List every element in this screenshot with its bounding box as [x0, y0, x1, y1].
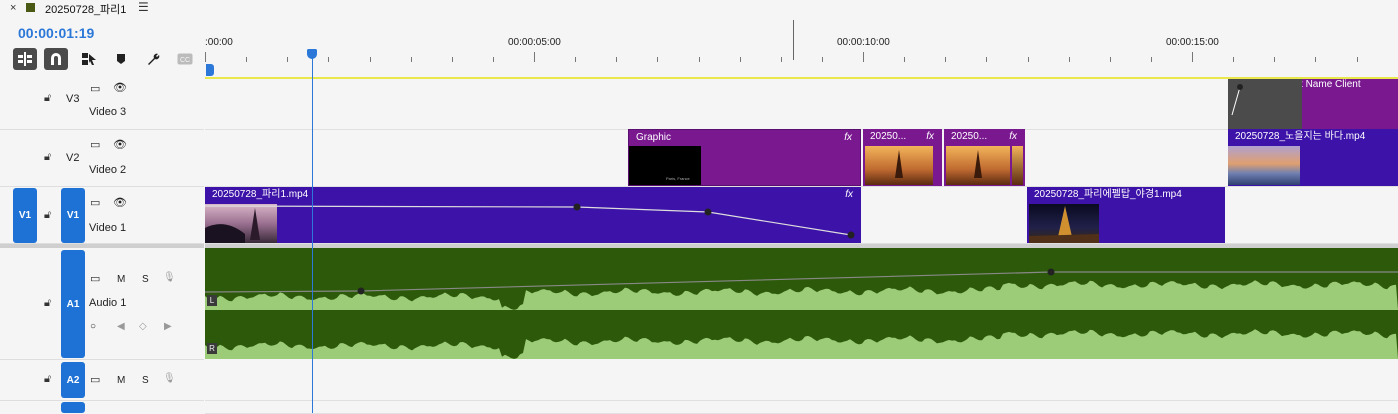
lock-icon[interactable]: 🔓︎: [44, 92, 51, 105]
next-keyframe-icon[interactable]: ▶: [164, 321, 172, 332]
track-header-v3: [0, 79, 204, 130]
track-id-v2: V2: [66, 152, 80, 164]
captions-icon[interactable]: CC: [176, 48, 194, 70]
track-name-v2: Video 2: [89, 164, 127, 176]
fx-badge[interactable]: fx: [844, 130, 852, 146]
clip-eiffel-night[interactable]: 20250728_파리에펠탑_야경1.mp4: [1027, 187, 1225, 243]
audio-waveform: [205, 268, 1398, 359]
opacity-line: [1231, 84, 1243, 116]
mute-button[interactable]: M: [117, 375, 125, 386]
clip-thumbnail: [946, 146, 1010, 185]
clip-thumbnail: [1029, 204, 1099, 243]
solo-button[interactable]: S: [142, 375, 149, 386]
lock-icon[interactable]: 🔓︎: [44, 297, 51, 310]
clip-v2-2[interactable]: 20250... fx: [863, 129, 942, 186]
playhead-timecode[interactable]: 00:00:01:19: [18, 25, 94, 41]
solo-button[interactable]: S: [142, 274, 149, 285]
clip-paris1[interactable]: 20250728_파리1.mp4 fx: [205, 187, 861, 243]
lock-icon[interactable]: 🔓︎: [44, 373, 51, 386]
add-keyframe-icon[interactable]: ◇: [139, 321, 147, 332]
close-tab-button[interactable]: ×: [10, 2, 16, 14]
ruler-label-10s: 00:00:10:00: [837, 37, 890, 48]
clip-project-name[interactable]: Project: Project Name Client: [1228, 79, 1398, 129]
source-patch-v1[interactable]: V1: [13, 188, 37, 243]
sequence-tab[interactable]: × 20250728_파리1 ☰: [0, 0, 1398, 16]
lock-icon[interactable]: 🔓︎: [44, 209, 51, 222]
volume-keyframe-icon[interactable]: ○: [90, 321, 96, 332]
microphone-icon[interactable]: 🎙︎: [163, 272, 176, 283]
hamburger-menu-icon[interactable]: ☰: [138, 0, 149, 14]
clip-graphic[interactable]: Graphic fx Paris, France: [628, 129, 861, 186]
clip-thumbnail-tail: [1012, 146, 1023, 185]
clip-title: 20250728_노을지는 바다.mp4: [1228, 129, 1398, 145]
lock-icon[interactable]: 🔓︎: [44, 151, 51, 164]
eye-icon[interactable]: 👁︎: [113, 196, 127, 209]
sequence-color-icon: [26, 3, 35, 12]
track-id-v3: V3: [66, 93, 80, 105]
track-a3[interactable]: [205, 401, 1398, 414]
playhead-line[interactable]: [312, 56, 313, 413]
linked-selection-icon[interactable]: [80, 48, 98, 70]
fx-badge[interactable]: fx: [1009, 129, 1017, 145]
track-name-a1: Audio 1: [89, 297, 127, 309]
eye-icon[interactable]: 👁︎: [113, 81, 127, 94]
snap-magnet-icon[interactable]: [44, 48, 68, 70]
toggle-sync-lock-icon[interactable]: ▭: [90, 138, 100, 151]
time-ruler[interactable]: :00:00 00:00:05:00 00:00:10:00 00:00:15:…: [205, 17, 1398, 77]
clip-sunset-sea[interactable]: 20250728_노을지는 바다.mp4: [1228, 129, 1398, 186]
prev-keyframe-icon[interactable]: ◀: [117, 321, 125, 332]
fx-badge[interactable]: fx: [926, 129, 934, 145]
track-name-v3: Video 3: [89, 106, 127, 118]
svg-text:CC: CC: [180, 57, 190, 64]
channel-right-label: R: [207, 343, 217, 354]
toggle-sync-lock-icon[interactable]: ▭: [90, 373, 100, 386]
clip-thumbnail: Paris, France: [629, 146, 701, 185]
opacity-keyframe-line[interactable]: [205, 187, 861, 243]
toggle-sync-lock-icon[interactable]: ▭: [90, 196, 100, 209]
clip-thumbnail: [865, 146, 933, 185]
track-target-a3[interactable]: [61, 402, 85, 413]
insert-sequence-icon[interactable]: [13, 48, 37, 70]
track-name-v1: Video 1: [89, 222, 127, 234]
clip-thumbnail: [1228, 146, 1300, 185]
ruler-label-0: :00:00: [205, 37, 233, 48]
track-a2[interactable]: [205, 360, 1398, 401]
track-header-v2: [0, 130, 204, 187]
mute-button[interactable]: M: [117, 274, 125, 285]
ruler-label-15s: 00:00:15:00: [1166, 37, 1219, 48]
add-marker-icon[interactable]: [114, 48, 128, 70]
eye-icon[interactable]: 👁︎: [113, 138, 127, 151]
thumbnail-caption: Paris, France: [666, 176, 690, 181]
settings-wrench-icon[interactable]: [145, 48, 161, 70]
sequence-title: 20250728_파리1: [45, 4, 127, 16]
microphone-icon[interactable]: 🎙︎: [163, 373, 176, 384]
toggle-sync-lock-icon[interactable]: ▭: [90, 272, 100, 285]
channel-left-label: L: [207, 295, 217, 306]
track-target-a1[interactable]: A1: [61, 250, 85, 358]
clip-title: 20250728_파리에펠탑_야경1.mp4: [1027, 187, 1225, 203]
work-area-start-handle[interactable]: [206, 64, 214, 76]
track-v3[interactable]: [205, 79, 1398, 130]
clip-title: Graphic: [629, 130, 860, 146]
track-target-v1[interactable]: V1: [61, 188, 85, 243]
audio-clip-a1[interactable]: L R: [205, 248, 1398, 359]
ruler-label-5s: 00:00:05:00: [508, 37, 561, 48]
ruler-ticks: [205, 52, 1358, 62]
clip-v2-3[interactable]: 20250... fx: [944, 129, 1025, 186]
playhead-handle[interactable]: [307, 49, 317, 59]
track-target-a2[interactable]: A2: [61, 362, 85, 398]
toggle-sync-lock-icon[interactable]: ▭: [90, 82, 100, 95]
